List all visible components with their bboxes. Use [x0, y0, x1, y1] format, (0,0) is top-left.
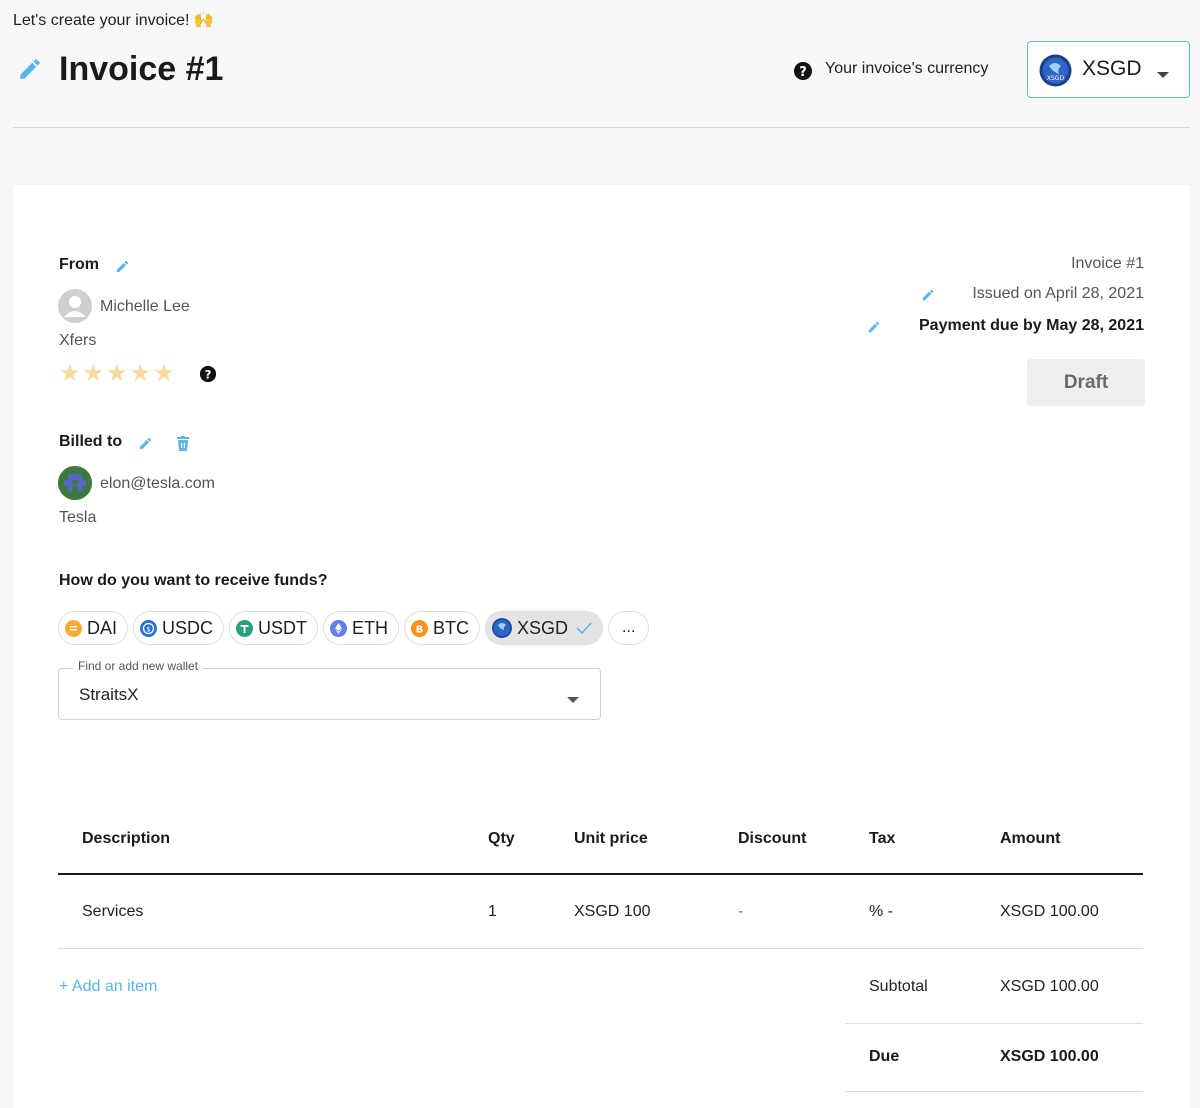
draft-status-button[interactable]: Draft: [1027, 359, 1145, 406]
issued-date: Issued on April 28, 2021: [972, 285, 1144, 302]
chip-label: DAI: [87, 617, 118, 638]
invoice-card: From Michelle Lee Xfers ★★★★★ ? Billed t…: [13, 185, 1190, 1108]
row-description[interactable]: Services: [82, 903, 143, 921]
due-label: Due: [869, 1048, 900, 1065]
edit-billed-to-pencil-icon[interactable]: [138, 436, 153, 456]
title-row: Invoice #1 ? Your invoice's currency XSG…: [13, 41, 1190, 100]
edit-issued-pencil-icon[interactable]: [921, 288, 935, 307]
chevron-down-icon: [1156, 66, 1170, 84]
header-divider: [13, 127, 1190, 128]
btc-icon: B: [411, 619, 429, 637]
check-icon: [576, 618, 592, 639]
wallet-field-legend: Find or add new wallet: [73, 659, 204, 673]
sender-name: Michelle Lee: [100, 298, 190, 315]
dai-icon: [65, 619, 82, 637]
page-title: Invoice #1: [59, 50, 224, 88]
col-unit-price: Unit price: [574, 830, 648, 847]
subtotal-divider: [845, 1023, 1143, 1024]
col-description: Description: [82, 830, 171, 847]
row-divider: [58, 948, 1143, 949]
currency-chips: DAI $ USDC USDT ETH B BTC XSGD ...: [58, 611, 650, 645]
row-amount: XSGD 100.00: [1000, 903, 1099, 920]
wallet-select[interactable]: StraitsX: [58, 668, 601, 720]
svg-text:B: B: [416, 624, 424, 635]
invoice-number: Invoice #1: [1071, 255, 1144, 272]
wallet-value: StraitsX: [79, 685, 139, 704]
chip-usdc[interactable]: $ USDC: [133, 611, 225, 645]
client-avatar: [58, 466, 92, 500]
svg-text:XSGD: XSGD: [1047, 75, 1065, 82]
xsgd-icon: [492, 618, 513, 638]
edit-title-pencil-icon[interactable]: [17, 56, 43, 87]
col-amount: Amount: [1000, 830, 1061, 847]
due-date: Payment due by May 28, 2021: [919, 317, 1144, 334]
client-company: Tesla: [59, 509, 97, 526]
edit-from-pencil-icon[interactable]: [115, 259, 130, 279]
from-label: From: [59, 256, 99, 273]
more-currencies-button[interactable]: ...: [608, 611, 650, 645]
chip-label: XSGD: [517, 617, 569, 638]
chip-label: BTC: [433, 617, 470, 638]
chevron-down-icon: [566, 691, 580, 709]
currency-value: XSGD: [1082, 57, 1142, 80]
usdt-icon: [236, 619, 254, 637]
rating-stars[interactable]: ★★★★★: [59, 359, 177, 388]
client-email: elon@tesla.com: [100, 475, 215, 492]
billed-to-label: Billed to: [59, 433, 123, 450]
usdc-icon: $: [140, 619, 158, 637]
question-circle-icon[interactable]: ?: [793, 61, 813, 86]
row-qty[interactable]: 1: [488, 903, 497, 921]
sender-company: Xfers: [59, 332, 97, 349]
svg-text:?: ?: [799, 65, 807, 80]
col-discount: Discount: [738, 830, 807, 847]
col-qty: Qty: [488, 830, 515, 847]
funds-question: How do you want to receive funds?: [59, 572, 328, 589]
due-value: XSGD 100.00: [1000, 1048, 1099, 1065]
trash-icon[interactable]: [177, 436, 189, 456]
chip-xsgd-selected[interactable]: XSGD: [485, 611, 604, 645]
chip-label: USDC: [162, 617, 214, 638]
add-item-link[interactable]: + Add an item: [59, 978, 157, 996]
chip-label: USDT: [258, 617, 308, 638]
chip-dai[interactable]: DAI: [58, 611, 129, 645]
eth-icon: [330, 619, 348, 637]
col-tax: Tax: [869, 830, 896, 847]
intro-text: Let's create your invoice! 🙌: [13, 12, 214, 29]
row-discount[interactable]: -: [738, 903, 743, 921]
due-divider: [845, 1091, 1143, 1092]
row-tax[interactable]: % -: [869, 903, 893, 921]
table-header-divider: [58, 873, 1143, 875]
currency-label: Your invoice's currency: [825, 60, 989, 77]
svg-text:$: $: [146, 625, 150, 633]
chip-usdt[interactable]: USDT: [229, 611, 319, 645]
svg-text:?: ?: [205, 368, 212, 382]
edit-due-pencil-icon[interactable]: [867, 320, 881, 339]
subtotal-value: XSGD 100.00: [1000, 978, 1099, 995]
chip-eth[interactable]: ETH: [323, 611, 400, 645]
rating-help-icon[interactable]: ?: [199, 365, 217, 388]
sender-avatar: [58, 289, 92, 323]
chip-label: ETH: [352, 617, 389, 638]
currency-select[interactable]: XSGD XSGD: [1027, 41, 1190, 98]
row-unit-price[interactable]: XSGD 100: [574, 903, 650, 921]
subtotal-label: Subtotal: [869, 978, 928, 995]
xsgd-coin-icon: XSGD: [1039, 54, 1072, 92]
chip-btc[interactable]: B BTC: [404, 611, 481, 645]
